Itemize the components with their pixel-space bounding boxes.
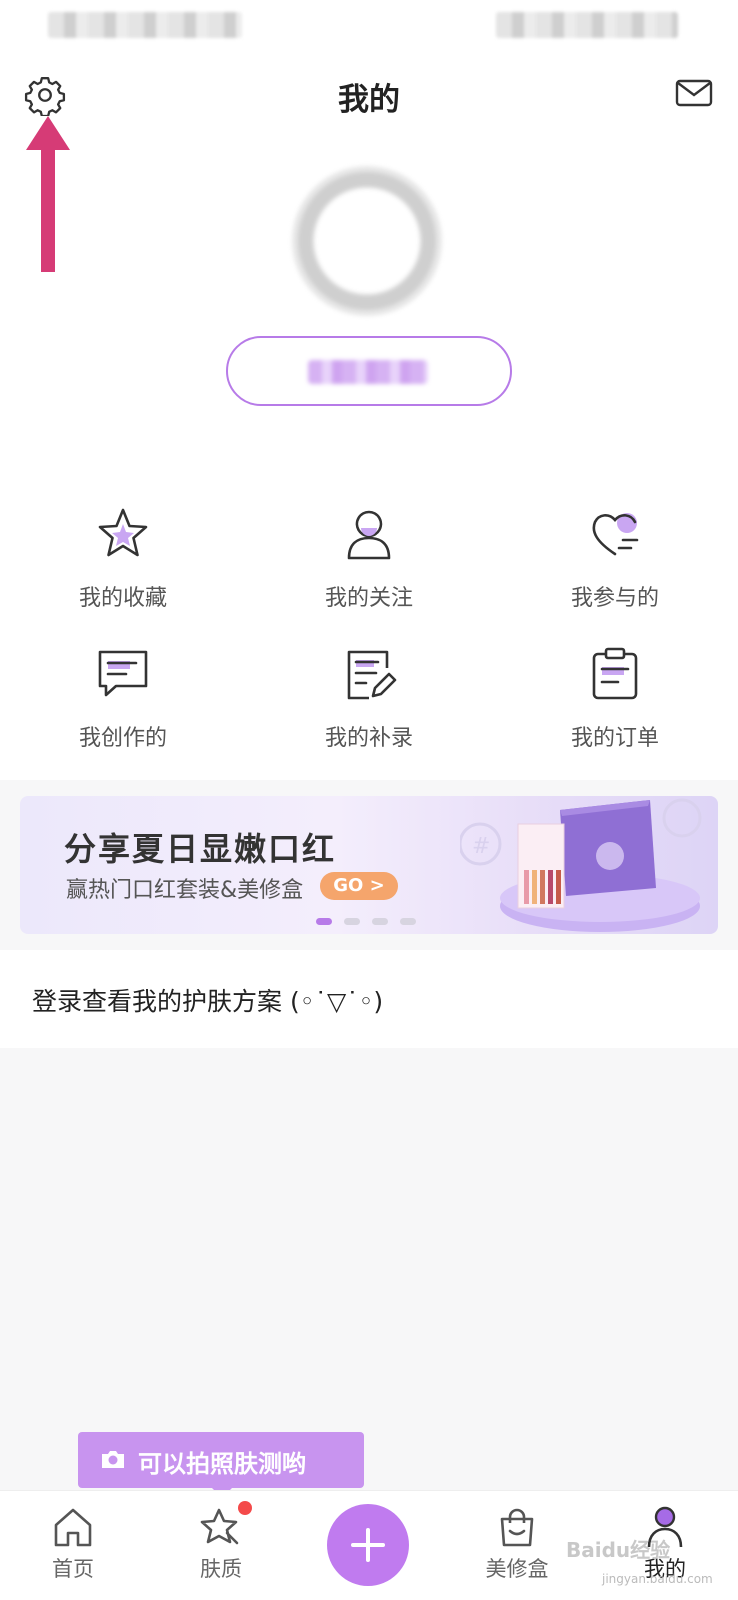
banner-subtitle: 赢热门口红套装&美修盒 xyxy=(66,878,304,903)
camera-tooltip[interactable]: 可以拍照肤测哟 xyxy=(78,1432,364,1498)
notification-dot xyxy=(238,1501,252,1515)
banner-title: 分享夏日显嫩口红 xyxy=(64,830,337,868)
grid-item-following[interactable]: 我的关注 xyxy=(246,498,492,628)
grid-item-created[interactable]: 我创作的 xyxy=(0,638,246,768)
bag-icon xyxy=(500,1508,534,1547)
header: 我的 xyxy=(0,60,738,132)
pagination-dot xyxy=(372,918,388,925)
tab-label: 肤质 xyxy=(200,1557,242,1581)
tab-skin[interactable]: 肤质 xyxy=(166,1491,276,1600)
create-post-button[interactable] xyxy=(327,1504,409,1586)
annotation-arrow-icon xyxy=(26,116,70,272)
status-right-blurred xyxy=(496,12,678,38)
svg-text:#: # xyxy=(472,834,490,859)
skincare-plan-row[interactable]: 登录查看我的护肤方案 (◦˙▽˙◦) xyxy=(0,950,738,1048)
clipboard-icon xyxy=(592,647,638,700)
grid-item-participated[interactable]: 我参与的 xyxy=(492,498,738,628)
tab-label: 首页 xyxy=(52,1557,94,1581)
person-icon xyxy=(347,510,391,560)
profile-top-section: 我的 我的收藏 我的关注 我参与的 我创作的 我的补录 我的订单 xyxy=(0,0,738,780)
grid-item-label: 我的补录 xyxy=(324,726,413,751)
tooltip-text: 可以拍照肤测哟 xyxy=(138,1450,306,1478)
page-title: 我的 xyxy=(338,82,400,118)
pagination-dot-active xyxy=(316,918,332,925)
tab-label: 美修盒 xyxy=(485,1557,549,1581)
avatar[interactable] xyxy=(292,166,442,316)
login-button-label-blurred xyxy=(308,360,428,384)
baidu-watermark-url: jingyan.baidu.com xyxy=(602,1572,713,1586)
skin-star-icon xyxy=(200,1508,239,1545)
skincare-plan-text: 登录查看我的护肤方案 (◦˙▽˙◦) xyxy=(32,987,384,1016)
banner-pagination xyxy=(316,910,428,925)
mail-icon[interactable] xyxy=(674,76,714,110)
camera-icon xyxy=(102,1451,124,1468)
shortcut-grid: 我的收藏 我的关注 我参与的 我创作的 我的补录 我的订单 xyxy=(0,498,738,758)
grid-item-label: 我的关注 xyxy=(324,586,413,611)
baidu-watermark: Baidu经验 xyxy=(566,1538,671,1562)
grid-item-label: 我的收藏 xyxy=(78,586,167,611)
grid-item-label: 我创作的 xyxy=(78,726,167,751)
home-icon xyxy=(54,1508,92,1547)
tab-home[interactable]: 首页 xyxy=(18,1491,128,1600)
status-left-blurred xyxy=(48,12,242,38)
grid-item-orders[interactable]: 我的订单 xyxy=(492,638,738,768)
chat-icon xyxy=(98,650,148,697)
grid-item-favorites[interactable]: 我的收藏 xyxy=(0,498,246,628)
edit-note-icon xyxy=(347,650,397,700)
star-icon xyxy=(98,508,148,557)
lipstick-gift-box-image: # xyxy=(460,798,702,932)
login-button[interactable] xyxy=(226,336,512,406)
tab-beauty-box[interactable]: 美修盒 xyxy=(462,1491,572,1600)
grid-item-supplement[interactable]: 我的补录 xyxy=(246,638,492,768)
grid-item-label: 我参与的 xyxy=(570,586,659,611)
pagination-dot xyxy=(400,918,416,925)
status-bar xyxy=(0,8,738,42)
banner-go-button[interactable]: GO > xyxy=(320,872,398,900)
grid-item-label: 我的订单 xyxy=(570,726,659,751)
promo-banner[interactable]: 分享夏日显嫩口红 赢热门口红套装&美修盒 GO > # xyxy=(20,796,718,934)
pagination-dot xyxy=(344,918,360,925)
heart-icon xyxy=(592,513,639,556)
